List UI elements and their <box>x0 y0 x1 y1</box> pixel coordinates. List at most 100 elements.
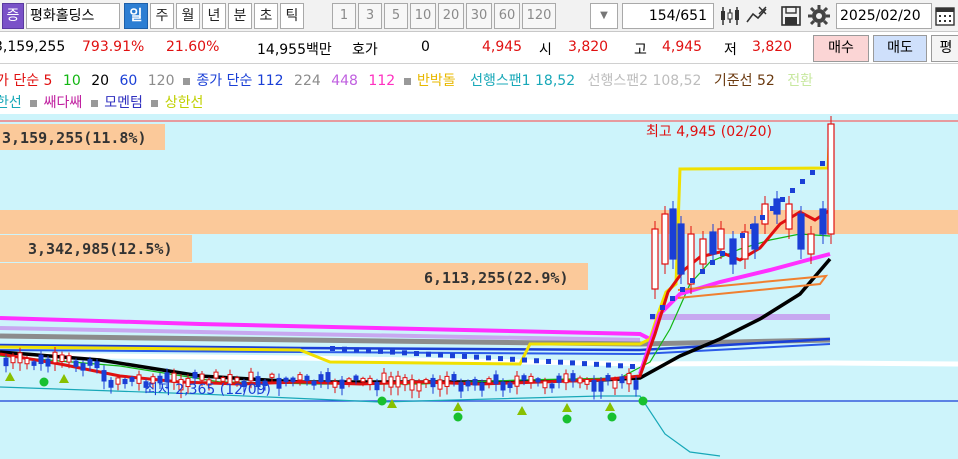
legend-close-ma448[interactable]: 448 <box>331 73 358 89</box>
stock-name-field[interactable]: 평화홀딩스 <box>26 3 120 29</box>
candle-body <box>388 376 394 388</box>
low-label: 저 <box>724 42 737 58</box>
trail-dot <box>378 348 383 354</box>
zoom-lines-icon[interactable] <box>745 4 769 28</box>
trail-dot <box>570 360 575 366</box>
candle-body <box>570 373 576 382</box>
candle-body <box>381 372 387 384</box>
legend-square-icon <box>403 77 411 85</box>
candle-body <box>276 377 282 389</box>
candle-body <box>626 372 632 385</box>
candle-body <box>108 379 114 388</box>
legend-item-banbakdol[interactable]: 반박돌 <box>417 73 456 89</box>
legend-ma60[interactable]: 60 <box>119 73 137 89</box>
candle-body <box>619 376 625 384</box>
trail-dot <box>810 170 815 175</box>
interval-1-button[interactable]: 1 <box>332 3 356 29</box>
sell-button[interactable]: 매도 <box>873 35 927 62</box>
period-second-tab[interactable]: 초 <box>254 3 278 29</box>
legend-close-ma112b[interactable]: 112 <box>368 73 395 89</box>
legend-item-span1[interactable]: 선행스팬1 18,52 <box>470 73 575 89</box>
candle-body <box>17 352 23 364</box>
gear-icon[interactable] <box>807 4 831 28</box>
candle-body <box>761 203 769 225</box>
legend-ma20[interactable]: 20 <box>91 73 109 89</box>
candle-body <box>395 375 401 388</box>
interval-60-button[interactable]: 60 <box>494 3 520 29</box>
candle-body <box>542 380 548 389</box>
candle-body <box>94 361 100 369</box>
price-ma-label: 가 단순 <box>0 73 40 89</box>
trail-dot <box>710 260 715 265</box>
interval-120-button[interactable]: 120 <box>522 3 556 29</box>
candle-body <box>444 375 450 387</box>
legend-ma10[interactable]: 10 <box>63 73 81 89</box>
legend-item-lower-band[interactable]: 한선 <box>0 95 22 111</box>
legend-item-baseline[interactable]: 기준선 52 <box>714 73 775 89</box>
interval-10-button[interactable]: 10 <box>410 3 436 29</box>
legend-square-icon <box>182 77 190 85</box>
period-month-tab[interactable]: 월 <box>176 3 200 29</box>
candle-body <box>423 379 429 384</box>
candle-body <box>507 382 513 389</box>
candle-body <box>122 378 128 385</box>
buy-button[interactable]: 매수 <box>813 35 869 62</box>
legend-item-upper-limit[interactable]: 상한선 <box>165 95 204 111</box>
candle-body <box>45 358 51 367</box>
candle-body <box>136 374 142 384</box>
legend-ma5[interactable]: 5 <box>44 73 53 89</box>
legend-ma120[interactable]: 120 <box>148 73 175 89</box>
interval-20-button[interactable]: 20 <box>438 3 464 29</box>
candle-body <box>38 354 44 365</box>
interval-dropdown[interactable]: ▼ <box>590 3 618 29</box>
candle-body <box>192 371 198 379</box>
legend-square-icon <box>30 99 38 107</box>
period-year-tab[interactable]: 년 <box>202 3 226 29</box>
candle-body <box>807 233 815 255</box>
candle-body <box>677 223 685 275</box>
trail-dot <box>650 314 655 319</box>
candle-body <box>66 355 72 363</box>
candle-body <box>199 373 205 381</box>
candle-body <box>612 379 618 389</box>
period-tick-tab[interactable]: 틱 <box>280 3 304 29</box>
trail-dot <box>630 364 635 369</box>
date-field[interactable]: 2025/02/20 <box>836 3 932 29</box>
candle-body <box>24 357 30 365</box>
interval-30-button[interactable]: 30 <box>466 3 492 29</box>
legend-item-span2[interactable]: 선행스팬2 108,52 <box>588 73 702 89</box>
trail-dot <box>700 269 705 274</box>
candle-body <box>430 377 436 388</box>
candle-compare-icon[interactable] <box>718 4 742 28</box>
trail-dot <box>618 363 623 369</box>
high-label: 고 <box>634 42 647 58</box>
trail-dot <box>522 357 527 363</box>
candle-body <box>493 374 499 385</box>
legend-close-ma224[interactable]: 224 <box>294 73 321 89</box>
candle-body <box>437 379 443 390</box>
legend-item-ssada[interactable]: 쌔다쌔 <box>44 95 83 111</box>
trade-amount: 14,955백만 <box>257 42 332 58</box>
period-day-tab[interactable]: 일 <box>124 3 148 29</box>
trail-dot <box>582 361 587 367</box>
candle-body <box>549 383 555 389</box>
low-annotation: 최저 2,365 (12/09) <box>145 382 271 398</box>
trail-dot <box>426 351 431 357</box>
candle-body <box>465 381 471 387</box>
save-disk-icon[interactable] <box>779 4 803 28</box>
candle-body <box>472 379 478 386</box>
legend-item-momentum[interactable]: 모멘텀 <box>104 95 143 111</box>
period-week-tab[interactable]: 주 <box>150 3 174 29</box>
average-price-button[interactable]: 평 <box>931 35 958 62</box>
calendar-icon[interactable] <box>934 4 956 28</box>
price-chart[interactable]: 3,159,255(11.8%) 3,342,985(12.5%) 6,113,… <box>0 114 958 459</box>
candle-body <box>500 381 506 391</box>
legend-close-ma112[interactable]: 112 <box>257 73 284 89</box>
candle-body <box>556 375 562 383</box>
volume-band-label: 6,113,255(22.9%) <box>424 269 569 287</box>
interval-3-button[interactable]: 3 <box>358 3 382 29</box>
interval-5-button[interactable]: 5 <box>384 3 408 29</box>
legend-item-conversion[interactable]: 전환 <box>787 73 813 89</box>
candle-body <box>669 208 677 260</box>
period-minute-tab[interactable]: 분 <box>228 3 252 29</box>
